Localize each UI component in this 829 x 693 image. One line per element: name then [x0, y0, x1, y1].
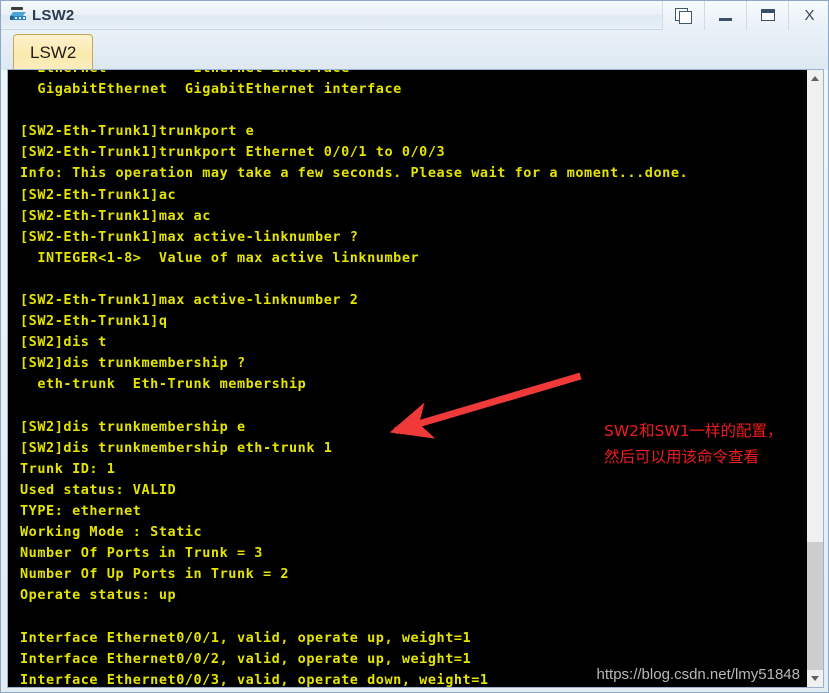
- terminal-line: Number Of Up Ports in Trunk = 2: [20, 566, 290, 583]
- maximize-icon: [760, 9, 775, 21]
- terminal-output[interactable]: Ethernet Ethernet interface GigabitEther…: [8, 70, 806, 687]
- terminal-line: GigabitEthernet GigabitEthernet interfac…: [20, 81, 402, 98]
- terminal-line: eth-trunk Eth-Trunk membership: [20, 376, 307, 393]
- terminal-line: TYPE: ethernet: [20, 502, 142, 519]
- minimize-window-button[interactable]: [704, 1, 746, 30]
- terminal-line: [SW2]dis trunkmembership ?: [20, 355, 246, 372]
- restore-icon: [675, 7, 692, 24]
- tab-lsw2[interactable]: LSW2: [13, 34, 94, 71]
- terminal-line: INTEGER<1-8> Value of max active linknum…: [20, 249, 420, 266]
- terminal-line: Used status: VALID: [20, 481, 177, 498]
- maximize-window-button[interactable]: [746, 1, 788, 30]
- restore-window-button[interactable]: [662, 1, 704, 30]
- terminal-line: [SW2]dis t: [20, 334, 107, 351]
- terminal-line: [SW2]dis trunkmembership eth-trunk 1: [20, 439, 333, 456]
- terminal-panel: Ethernet Ethernet interface GigabitEther…: [7, 69, 824, 688]
- terminal-line: Interface Ethernet0/0/3, valid, operate …: [20, 671, 489, 687]
- terminal-line: [SW2-Eth-Trunk1]max active-linknumber 2: [20, 292, 359, 309]
- terminal-line: [SW2-Eth-Trunk1]max ac: [20, 207, 211, 224]
- terminal-line: [SW2-Eth-Trunk1]q: [20, 313, 168, 330]
- window-titlebar[interactable]: LSW2 X: [1, 1, 828, 30]
- terminal-line: [SW2-Eth-Trunk1]ac: [20, 186, 177, 203]
- scroll-up-button[interactable]: [807, 70, 823, 87]
- tab-strip: LSW2: [1, 30, 828, 71]
- terminal-line: Trunk ID: 1: [20, 460, 116, 477]
- close-window-button[interactable]: X: [788, 1, 828, 30]
- tab-label: LSW2: [30, 43, 77, 62]
- terminal-line: Interface Ethernet0/0/1, valid, operate …: [20, 629, 472, 646]
- vertical-scrollbar[interactable]: [806, 70, 823, 687]
- window-title: LSW2: [32, 6, 75, 24]
- terminal-line: Working Mode : Static: [20, 524, 203, 541]
- terminal-line: [SW2]dis trunkmembership e: [20, 418, 246, 435]
- terminal-lines: Ethernet Ethernet interface GigabitEther…: [20, 70, 688, 687]
- scrollbar-track[interactable]: [807, 87, 823, 672]
- scrollbar-thumb[interactable]: [807, 542, 823, 672]
- switch-icon: [9, 5, 29, 25]
- window-controls: X: [662, 1, 828, 30]
- terminal-line: Operate status: up: [20, 587, 177, 604]
- close-icon: X: [804, 6, 815, 24]
- chevron-up-icon: [811, 76, 819, 81]
- terminal-window: LSW2 X LSW2 Ethernet: [0, 0, 829, 693]
- scroll-down-button[interactable]: [807, 670, 823, 687]
- minimize-icon: [719, 17, 732, 21]
- terminal-line: Interface Ethernet0/0/2, valid, operate …: [20, 650, 472, 667]
- terminal-line: Ethernet Ethernet interface: [20, 70, 688, 79]
- terminal-line: [SW2-Eth-Trunk1]max active-linknumber ?: [20, 228, 359, 245]
- terminal-line: [SW2-Eth-Trunk1]trunkport Ethernet 0/0/1…: [20, 144, 446, 161]
- terminal-line: [SW2-Eth-Trunk1]trunkport e: [20, 123, 255, 140]
- chevron-down-icon: [811, 676, 819, 681]
- terminal-line: Info: This operation may take a few seco…: [20, 165, 689, 182]
- terminal-line: Number Of Ports in Trunk = 3: [20, 545, 263, 562]
